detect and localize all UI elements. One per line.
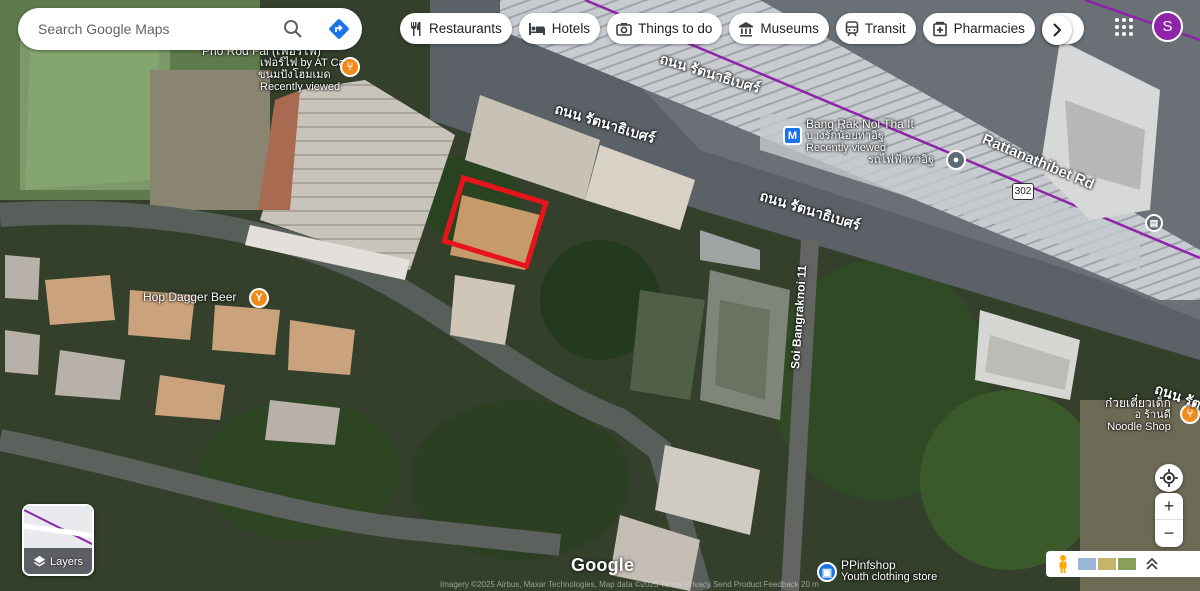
my-location-icon xyxy=(1160,469,1178,487)
chevron-up-icon[interactable] xyxy=(1146,558,1158,570)
chip-museums[interactable]: Museums xyxy=(729,13,829,44)
pegman-icon[interactable] xyxy=(1056,554,1070,574)
train-icon xyxy=(845,20,859,36)
search-icon xyxy=(284,20,302,38)
restaurant-pin-icon[interactable]: ⑂ xyxy=(340,57,360,77)
directions-icon xyxy=(329,19,349,39)
layers-icon xyxy=(33,555,46,567)
chip-pharmacies[interactable]: Pharmacies xyxy=(922,13,1035,44)
search-box[interactable] xyxy=(18,8,362,50)
bottom-toolbar xyxy=(1046,551,1200,577)
place-label-bang-rak-noi[interactable]: Bang Rak Noi Tha It บางรักน้อยท่าอิฐ Rec… xyxy=(806,118,934,166)
shopping-pin-icon[interactable]: ▣ xyxy=(817,562,837,582)
layers-button[interactable]: Layers xyxy=(22,504,94,576)
attribution-footer: Imagery ©2025 Airbus, Maxar Technologies… xyxy=(440,580,819,589)
bar-pin-icon[interactable]: Y xyxy=(249,288,269,308)
chevron-right-icon xyxy=(1053,23,1062,37)
layers-label-wrap: Layers xyxy=(24,555,92,568)
search-input[interactable] xyxy=(38,21,268,37)
pharmacy-icon xyxy=(932,21,947,36)
chip-hotels[interactable]: Hotels xyxy=(518,13,601,44)
my-location-button[interactable] xyxy=(1155,464,1183,492)
metro-station-icon[interactable]: M xyxy=(783,126,802,145)
fork-knife-icon xyxy=(411,21,421,36)
imagery-thumbnails-icon[interactable] xyxy=(1078,557,1138,571)
category-chips: Restaurants Hotels Things to do Museums … xyxy=(400,13,1084,45)
bed-icon xyxy=(528,22,545,35)
bus-stop-icon[interactable]: ▤ xyxy=(1145,214,1163,232)
zoom-out-button[interactable]: − xyxy=(1155,520,1183,547)
place-label-hop-dagger[interactable]: Hop Dagger Beer xyxy=(143,291,236,303)
museum-icon xyxy=(739,21,754,36)
search-button[interactable] xyxy=(281,17,305,41)
zoom-in-button[interactable]: + xyxy=(1155,493,1183,520)
chip-transit[interactable]: Transit xyxy=(835,13,916,44)
chip-restaurants[interactable]: Restaurants xyxy=(400,13,512,44)
google-logo: Google xyxy=(571,555,635,575)
apps-grid-icon[interactable] xyxy=(1112,15,1136,39)
transit-pin-icon[interactable]: ● xyxy=(946,150,966,170)
chip-things-to-do[interactable]: Things to do xyxy=(607,13,723,44)
directions-button[interactable] xyxy=(327,17,351,41)
camera-icon xyxy=(616,22,632,36)
account-avatar[interactable]: S xyxy=(1152,11,1183,42)
route-shield: 302 xyxy=(1012,183,1034,200)
chips-next-button[interactable] xyxy=(1042,15,1072,45)
place-label-ppinfshop[interactable]: PPinfshop Youth clothing store xyxy=(841,559,937,583)
zoom-controls: + − xyxy=(1155,493,1183,547)
place-label-pho-rod-fai[interactable]: Pho Rod Fai (เฟอร์ไฟ) เฟอร์ไฟ by AT Cafe… xyxy=(202,45,354,93)
